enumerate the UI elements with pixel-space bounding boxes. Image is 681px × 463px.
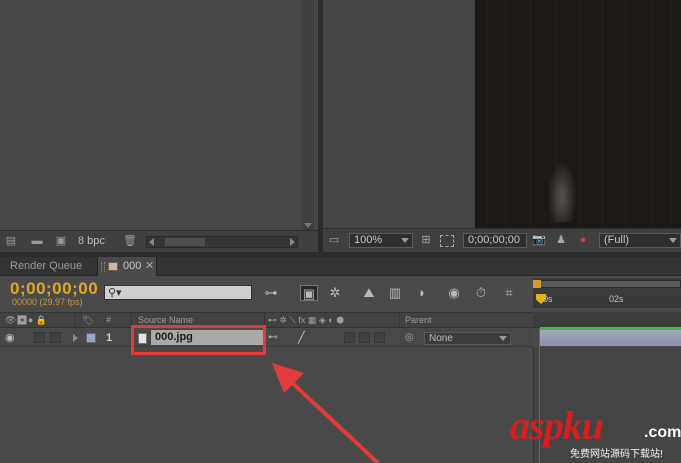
smoke-image [547,160,577,222]
eye-icon[interactable]: ◉ [5,331,15,344]
viewer-footer: ▭ 100% ⊞ 0;00;00;00 📷 ♟ ● (Full) [323,228,681,252]
current-timecode[interactable]: 0;00;00;00 [10,279,98,299]
close-icon[interactable]: ✕ [145,259,154,272]
region-of-interest-icon[interactable] [440,235,454,247]
time-ruler[interactable]: 0s 02s [533,278,681,308]
motion-blur-icon[interactable]: ◗ [413,285,431,301]
layer-number: 1 [106,332,113,344]
brainstorm-icon[interactable]: ◉ [445,285,463,301]
composition-viewer: ▭ 100% ⊞ 0;00;00;00 📷 ♟ ● (Full) [323,0,681,252]
viewer-pasteboard [323,0,475,228]
column-source-name[interactable]: Source Name [138,315,193,325]
scroll-right-icon[interactable] [290,238,295,246]
resolution-dropdown[interactable]: (Full) [599,233,681,248]
timeline-tabbar: Render Queue 000 ✕ [0,257,681,276]
project-vertical-scrollbar[interactable] [302,0,314,230]
zoom-dropdown[interactable]: 100% [349,233,413,248]
folder-icon[interactable]: ▬ [30,236,44,247]
ruler-ticks [533,296,681,308]
annotation-arrow-icon [272,363,380,463]
draft-3d-icon[interactable]: ✲ [326,285,344,301]
parent-value: None [429,333,453,344]
label-header-icon: 🏷 [82,315,94,325]
project-panel: ▤ ▬ ▣ 8 bpc 🗑 [0,0,318,252]
chevron-down-icon [499,336,507,341]
motion-blur-switch[interactable] [344,332,355,343]
resolution-value: (Full) [604,234,630,246]
search-icon: ⚲▾ [108,287,122,299]
frame-rate-info: 00000 (29.97 fps) [12,297,83,307]
interpret-footage-icon[interactable]: ▤ [4,236,18,247]
watermark-domain: .com [644,424,681,441]
layer-row[interactable]: ◉ 1 000.jpg ⊷ ╱ ◎ None [0,329,533,347]
chevron-down-icon [669,238,677,243]
layer-column-headers: 👁◀● 🔒 🏷 # Source Name ⊷ ✲ ⟍ fx ▦ ◈ ◐ ⬢ P… [0,312,533,329]
viewer-timecode[interactable]: 0;00;00;00 [463,233,527,248]
tab-render-queue[interactable]: Render Queue [0,257,96,276]
grid-icon[interactable]: ⊞ [419,234,433,247]
av-features-header-icon: 👁◀● 🔒 [5,315,47,325]
tick-label: 02s [609,294,624,304]
label-color-swatch[interactable] [86,333,96,343]
zoom-value: 100% [354,234,383,246]
composition-canvas[interactable] [475,0,681,228]
composition-icon [108,262,118,271]
channels-icon[interactable]: ● [576,234,590,247]
layer-duration-bar[interactable] [540,330,681,346]
pick-whip-icon[interactable]: ◎ [405,332,414,343]
expand-arrow-icon[interactable] [73,334,78,342]
lock-switch[interactable] [50,332,61,343]
comp-mini-flowchart-icon[interactable]: ⊶ [262,285,280,301]
shy-switch-icon[interactable]: ⊷ [268,332,278,343]
solo-switch[interactable] [34,332,45,343]
watermark-logo: aspku [510,403,604,448]
frame-blending-icon[interactable]: ▥ [386,285,404,301]
time-navigator-start-handle[interactable] [533,280,541,288]
parent-dropdown[interactable]: None [424,332,511,345]
quality-switch-icon[interactable]: ╱ [298,331,305,344]
trash-icon[interactable]: 🗑 [123,236,137,247]
switches-header-icon: ⊷ ✲ ⟍ fx ▦ ◈ ◐ ⬢ [268,315,345,325]
timeline-graph-header [533,312,681,328]
3d-layer-switch[interactable] [374,332,385,343]
column-parent: Parent [405,315,432,325]
camera-snapshot-icon[interactable]: 📷 [532,234,546,247]
column-number: # [106,315,112,325]
adjustment-layer-switch[interactable] [359,332,370,343]
live-update-icon[interactable]: ▣ [300,285,318,301]
show-snapshot-icon[interactable]: ♟ [554,234,568,247]
new-composition-icon[interactable]: ▣ [54,236,68,247]
scroll-left-icon[interactable] [149,238,154,246]
tab-grip-icon[interactable] [101,262,105,272]
search-input[interactable]: ⚲▾ [104,285,252,300]
annotation-highlight-box [131,325,266,355]
graph-editor-icon[interactable]: ⌗ [500,285,518,301]
chevron-down-icon [401,238,409,243]
scroll-thumb[interactable] [165,238,205,246]
watermark: aspku .com 免费网站源码下载站! [504,402,681,463]
time-navigator[interactable] [533,280,681,288]
hide-shy-layers-icon[interactable]: ⛰ [360,285,378,301]
auto-keyframe-icon[interactable]: ⏱ [472,285,490,301]
project-footer: ▤ ▬ ▣ 8 bpc 🗑 [0,230,318,252]
project-horizontal-scrollbar[interactable] [146,236,298,248]
watermark-subtitle: 免费网站源码下载站! [570,449,663,460]
bit-depth-button[interactable]: 8 bpc [78,235,105,247]
always-preview-icon[interactable]: ▭ [327,234,341,247]
